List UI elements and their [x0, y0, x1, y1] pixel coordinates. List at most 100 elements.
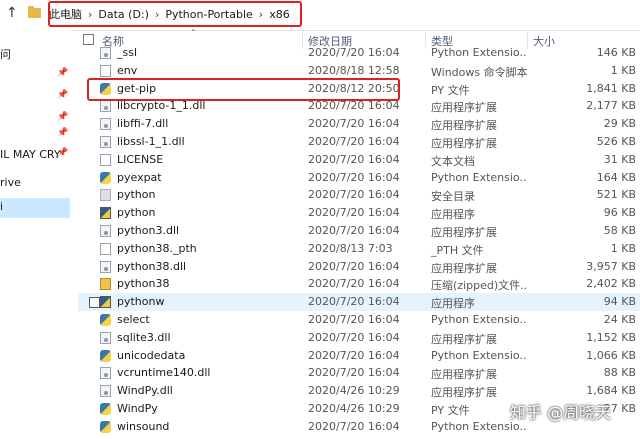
file-date: 2020/7/20 16:04	[308, 330, 400, 344]
file-size: 24 KB	[603, 313, 636, 326]
file-type: 应用程序扩展	[431, 386, 497, 400]
file-type: 应用程序扩展	[431, 261, 497, 275]
file-date: 2020/7/20 16:04	[308, 46, 400, 59]
file-row[interactable]: unicodedata 2020/7/20 16:04 Python Extensi…	[78, 347, 640, 365]
dll-icon	[100, 331, 111, 344]
file-name: WindPy	[117, 402, 158, 415]
row-checkbox[interactable]	[89, 297, 100, 309]
file-name: python	[117, 206, 156, 220]
file-type: 应用程序扩展	[431, 368, 497, 382]
file-name: winsound	[117, 419, 170, 433]
file-size: 3,957 KB	[586, 259, 636, 273]
file-row[interactable]: LICENSE 2020/7/20 16:04 文本文档 31 KB	[78, 151, 640, 169]
address-bar: ↑ 此电脑 › Data (D:) › Python-Portable › x8…	[0, 0, 640, 31]
python-app-icon	[100, 296, 111, 309]
file-date: 2020/7/20 16:04	[308, 366, 400, 380]
up-arrow-icon[interactable]: ↑	[6, 5, 18, 21]
file-name: python38.dll	[117, 259, 187, 273]
file-date: 2020/7/20 16:04	[308, 99, 400, 113]
file-name: libffi-7.dll	[117, 117, 169, 131]
file-type: Windows 命令脚本	[431, 65, 527, 79]
sidebar-item[interactable]: 📌	[0, 126, 70, 144]
file-name: pyexpat	[117, 170, 162, 184]
file-type: 应用程序扩展	[431, 226, 497, 239]
file-date: 2020/7/20 16:04	[308, 152, 400, 166]
file-size: 2,177 KB	[586, 99, 636, 113]
file-name: env	[117, 63, 138, 77]
file-row[interactable]: vcruntime140.dll 2020/7/20 16:04 应用程序扩展 88 …	[78, 364, 640, 382]
file-name: LICENSE	[117, 152, 164, 166]
file-size: 164 KB	[596, 170, 636, 184]
file-size: 526 KB	[596, 135, 636, 148]
file-size: 94 KB	[603, 295, 636, 309]
python-file-icon	[100, 314, 111, 326]
pin-icon: 📌	[57, 148, 69, 158]
sort-caret-icon: ⌃	[190, 28, 197, 37]
sidebar-item[interactable]: 问	[0, 44, 70, 62]
file-type: _PTH 文件	[431, 243, 484, 257]
file-type: Python Extensio...	[431, 170, 527, 184]
file-type: Python Extensio...	[431, 348, 527, 362]
file-type: Python Extensio...	[431, 46, 527, 59]
pin-icon: 📌	[57, 90, 69, 100]
file-size: 521 KB	[596, 188, 636, 202]
file-size: 1,066 KB	[586, 348, 636, 362]
file-name: unicodedata	[117, 348, 186, 362]
file-name: python38._pth	[117, 241, 197, 255]
file-row[interactable]: sqlite3.dll 2020/7/20 16:04 应用程序扩展 1,152 KB	[78, 329, 640, 347]
dll-icon	[100, 47, 111, 59]
file-size: 31 KB	[603, 152, 636, 166]
file-type: 应用程序	[431, 297, 475, 311]
file-row[interactable]: _ssl 2020/7/20 16:04 Python Extensio... 146…	[78, 44, 640, 62]
file-row[interactable]: libffi-7.dll 2020/7/20 16:04 应用程序扩展 29 KB	[78, 115, 640, 133]
file-row[interactable]: WindPy.dll 2020/4/26 10:29 应用程序扩展 1,684 KB	[78, 382, 640, 400]
file-size: 88 KB	[603, 366, 636, 380]
document-icon	[100, 242, 111, 255]
navigation-pane: 问 📌 📌 📌 📌 IL MAY CRY 📌 rive i	[0, 30, 70, 439]
sidebar-item[interactable]: i	[0, 198, 70, 218]
file-row[interactable]: python3.dll 2020/7/20 16:04 应用程序扩展 58 KB	[78, 222, 640, 240]
file-row[interactable]: select 2020/7/20 16:04 Python Extensio... 2…	[78, 311, 640, 329]
file-row[interactable]: python 2020/7/20 16:04 安全目录 521 KB	[78, 186, 640, 204]
file-row[interactable]: libssl-1_1.dll 2020/7/20 16:04 应用程序扩展 526 K…	[78, 133, 640, 151]
file-row[interactable]: python38 2020/7/20 16:04 压缩(zipped)文件... 2,…	[78, 275, 640, 293]
document-icon	[100, 64, 111, 77]
file-date: 2020/8/18 12:58	[308, 63, 400, 77]
file-size: 1,841 KB	[586, 81, 636, 95]
file-row[interactable]: python38.dll 2020/7/20 16:04 应用程序扩展 3,957 K…	[78, 258, 640, 276]
zip-icon	[100, 278, 111, 291]
pin-icon: 📌	[57, 128, 69, 138]
python-file-icon	[100, 420, 111, 433]
file-type: 应用程序	[431, 208, 475, 222]
file-size: 146 KB	[596, 46, 636, 59]
file-row[interactable]: python38._pth 2020/8/13 7:03 _PTH 文件 1 KB	[78, 240, 640, 258]
sidebar-item[interactable]: IL MAY CRY 📌	[0, 146, 70, 164]
file-row[interactable]: pyexpat 2020/7/20 16:04 Python Extensio...…	[78, 169, 640, 187]
file-name: libcrypto-1_1.dll	[117, 99, 206, 113]
file-date: 2020/7/20 16:04	[308, 117, 400, 131]
dll-icon	[100, 118, 111, 131]
python-file-icon	[100, 349, 111, 362]
file-row[interactable]: python 2020/7/20 16:04 应用程序 96 KB	[78, 204, 640, 222]
file-size: 1,152 KB	[586, 330, 636, 344]
dll-icon	[100, 385, 111, 398]
sidebar-item[interactable]: rive	[0, 174, 70, 192]
sidebar-item[interactable]: 📌	[0, 88, 70, 106]
file-date: 2020/7/20 16:04	[308, 224, 400, 237]
watermark: 知乎 @周晓天	[510, 403, 612, 422]
catalog-icon	[100, 189, 111, 202]
file-type: PY 文件	[431, 83, 470, 97]
file-type: 安全目录	[431, 190, 475, 204]
file-date: 2020/7/20 16:04	[308, 170, 400, 184]
file-name: libssl-1_1.dll	[117, 135, 185, 148]
folder-icon	[28, 6, 41, 18]
dll-icon	[100, 136, 111, 148]
file-name: select	[117, 313, 150, 326]
address-annotation-box	[48, 1, 302, 27]
dll-icon	[100, 367, 111, 380]
file-row[interactable]: pythonw 2020/7/20 16:04 应用程序 94 KB	[78, 293, 640, 312]
sidebar-item[interactable]: 📌	[0, 66, 70, 84]
get-pip-annotation-box	[87, 78, 400, 101]
file-date: 2020/7/20 16:04	[308, 277, 400, 291]
file-type: 文本文档	[431, 154, 475, 168]
